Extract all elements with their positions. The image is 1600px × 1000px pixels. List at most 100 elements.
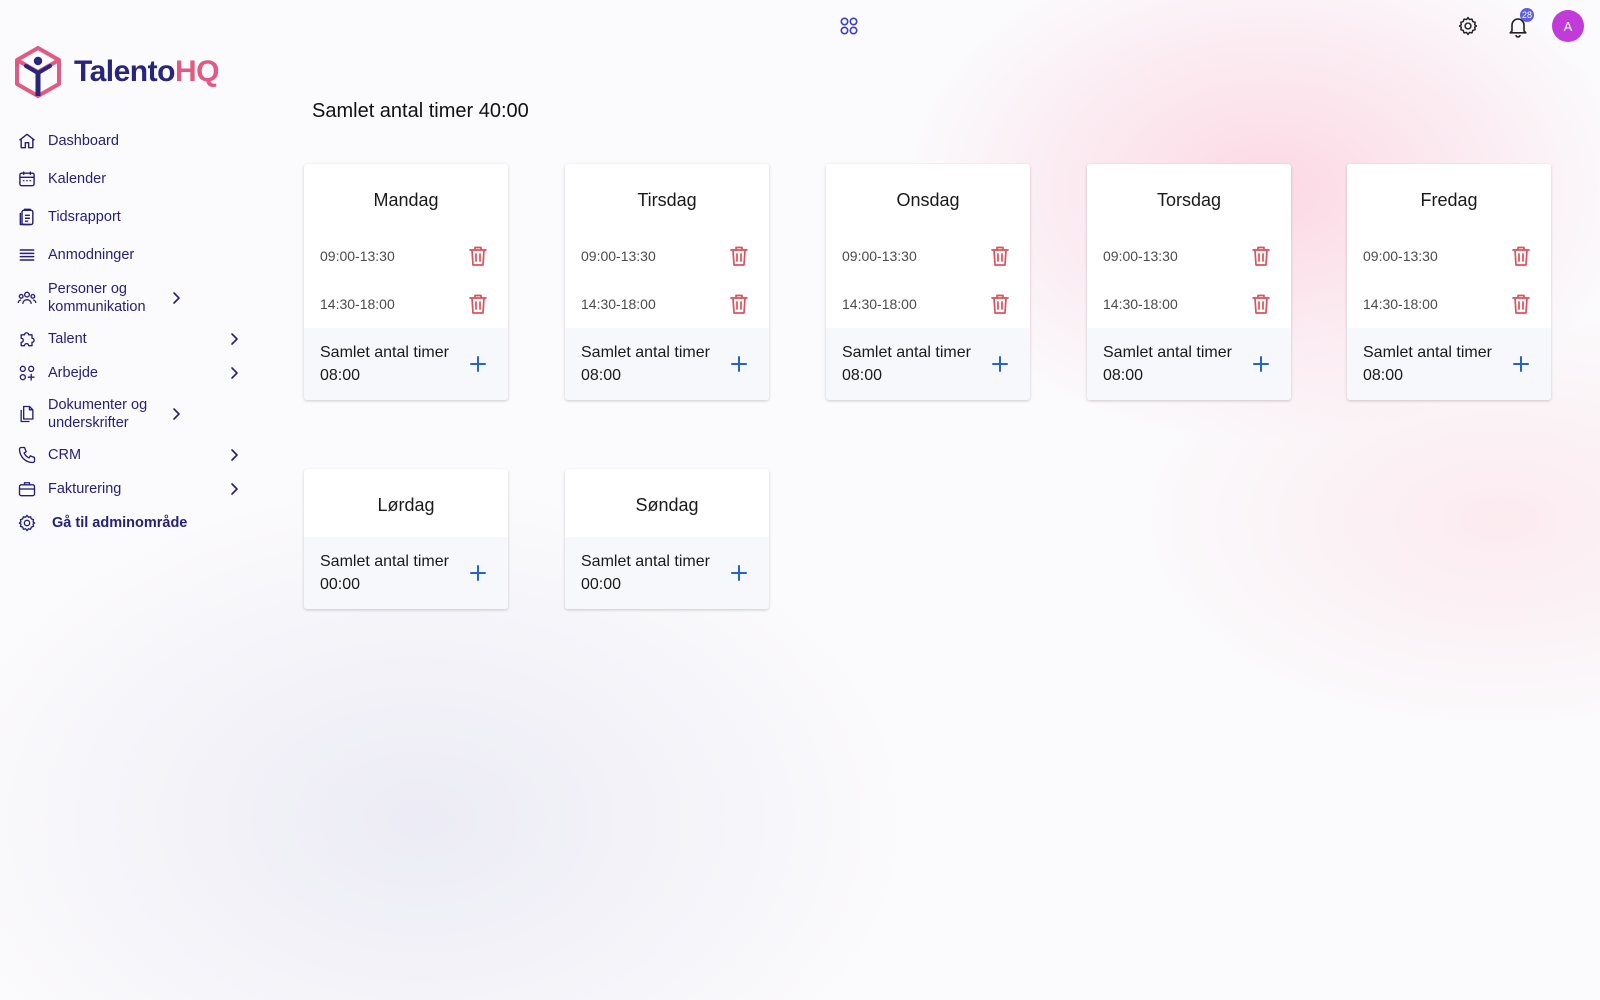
sidebar-item-label: Talent — [48, 331, 87, 347]
sidebar-item-dashboard[interactable]: Dashboard — [16, 126, 242, 156]
trash-icon — [469, 246, 487, 266]
sidebar-item-label: Gå til adminområde — [52, 515, 188, 531]
time-slot: 14:30-18:00 — [1087, 280, 1291, 328]
plus-icon — [1253, 356, 1269, 372]
delete-slot-button[interactable] — [1509, 244, 1533, 268]
delete-slot-button[interactable] — [1249, 244, 1273, 268]
day-total: Samlet antal timer 00:00 — [304, 537, 508, 609]
day-total-text: Samlet antal timer 00:00 — [581, 550, 710, 596]
delete-slot-button[interactable] — [466, 292, 490, 316]
trash-icon — [1252, 294, 1270, 314]
add-time-slot-button[interactable] — [466, 352, 490, 376]
avatar[interactable]: A — [1552, 10, 1584, 42]
sidebar-item-admin[interactable]: Gå til adminområde — [16, 508, 242, 538]
home-icon — [16, 130, 38, 152]
day-total-value: 08:00 — [1103, 367, 1144, 384]
day-total-value: 08:00 — [842, 367, 883, 384]
sidebar-item-label: Fakturering — [48, 481, 122, 497]
delete-slot-button[interactable] — [727, 292, 751, 316]
calendar-icon — [16, 168, 38, 190]
time-slot: 09:00-13:30 — [1347, 232, 1551, 280]
page-title: Samlet antal timer 40:00 — [312, 100, 529, 122]
day-title: Fredag — [1420, 190, 1478, 210]
day-total: Samlet antal timer 00:00 — [565, 537, 769, 609]
time-slot: 09:00-13:30 — [304, 232, 508, 280]
time-slot-list: 09:00-13:30 14:30-18:00 — [826, 232, 1030, 328]
clipboard-icon — [16, 206, 38, 228]
day-card-søndag: Søndag Samlet antal timer 00:00 — [565, 469, 769, 609]
add-time-slot-button[interactable] — [1509, 352, 1533, 376]
chevron-right-icon — [226, 481, 242, 497]
time-slot-range: 09:00-13:30 — [1363, 248, 1438, 264]
day-total-text: Samlet antal timer 08:00 — [1103, 341, 1232, 387]
delete-slot-button[interactable] — [988, 244, 1012, 268]
delete-slot-button[interactable] — [727, 244, 751, 268]
delete-slot-button[interactable] — [466, 244, 490, 268]
day-total-text: Samlet antal timer 08:00 — [320, 341, 449, 387]
app-logo[interactable]: TalentoHQ — [14, 46, 219, 98]
time-slot-range: 14:30-18:00 — [320, 296, 395, 312]
time-slot: 09:00-13:30 — [1087, 232, 1291, 280]
delete-slot-button[interactable] — [1249, 292, 1273, 316]
day-total-text: Samlet antal timer 00:00 — [320, 550, 449, 596]
sidebar-item-label: Personer og kommunikation — [48, 281, 146, 315]
sidebar-item-tidsrapport[interactable]: Tidsrapport — [16, 202, 242, 232]
day-total-text: Samlet antal timer 08:00 — [842, 341, 971, 387]
apps-icon — [16, 362, 38, 384]
sidebar-item-label: Tidsrapport — [48, 209, 121, 225]
trash-icon — [730, 246, 748, 266]
apps-grid-icon[interactable] — [840, 17, 858, 35]
time-slot-range: 14:30-18:00 — [1103, 296, 1178, 312]
day-total: Samlet antal timer 08:00 — [565, 328, 769, 400]
sidebar-item-personer-og-kommunikation[interactable]: Personer og kommunikation — [16, 278, 242, 318]
day-total-value: 08:00 — [320, 367, 361, 384]
add-time-slot-button[interactable] — [988, 352, 1012, 376]
add-time-slot-button[interactable] — [466, 561, 490, 585]
sidebar-item-fakturering[interactable]: Fakturering — [16, 474, 242, 504]
time-slot: 14:30-18:00 — [1347, 280, 1551, 328]
puzzle-icon — [16, 328, 38, 350]
day-total-label: Samlet antal timer — [842, 344, 971, 361]
day-total-text: Samlet antal timer 08:00 — [1363, 341, 1492, 387]
day-title: Tirsdag — [637, 190, 697, 210]
day-card-onsdag: Onsdag 09:00-13:30 14:30-18:00 Samlet an… — [826, 164, 1030, 400]
time-slot-range: 09:00-13:30 — [1103, 248, 1178, 264]
sidebar-item-talent[interactable]: Talent — [16, 324, 242, 354]
settings-button[interactable] — [1452, 10, 1484, 42]
sidebar-item-label: Dokumenter og underskrifter — [48, 397, 148, 431]
delete-slot-button[interactable] — [1509, 292, 1533, 316]
sidebar-item-label: Kalender — [48, 171, 107, 187]
sidebar-item-crm[interactable]: CRM — [16, 440, 242, 470]
day-card-fredag: Fredag 09:00-13:30 14:30-18:00 Samlet an… — [1347, 164, 1551, 400]
day-total: Samlet antal timer 08:00 — [1347, 328, 1551, 400]
chevron-right-icon — [226, 447, 242, 463]
day-total-label: Samlet antal timer — [320, 344, 449, 361]
time-slot-range: 14:30-18:00 — [842, 296, 917, 312]
day-total-value: 08:00 — [1363, 367, 1404, 384]
sidebar-nav: Dashboard Kalender Tidsrapport Anmodning… — [16, 126, 242, 538]
add-time-slot-button[interactable] — [727, 561, 751, 585]
sidebar-item-dokumenter-og-underskrifter[interactable]: Dokumenter og underskrifter — [16, 394, 242, 434]
plus-icon — [992, 356, 1008, 372]
add-time-slot-button[interactable] — [1249, 352, 1273, 376]
day-total-value: 00:00 — [581, 576, 622, 593]
add-time-slot-button[interactable] — [727, 352, 751, 376]
delete-slot-button[interactable] — [988, 292, 1012, 316]
gear-icon — [1458, 16, 1478, 36]
day-total-label: Samlet antal timer — [581, 553, 710, 570]
time-slot-range: 09:00-13:30 — [581, 248, 656, 264]
time-slot-range: 09:00-13:30 — [842, 248, 917, 264]
people-icon — [16, 287, 38, 309]
sidebar-item-arbejde[interactable]: Arbejde — [16, 358, 242, 388]
day-title: Lørdag — [377, 495, 435, 515]
sidebar-item-anmodninger[interactable]: Anmodninger — [16, 240, 242, 270]
logo-text: TalentoHQ — [74, 55, 219, 88]
notifications-button[interactable]: 28 — [1502, 8, 1534, 42]
chevron-right-icon — [168, 290, 184, 306]
sidebar-item-kalender[interactable]: Kalender — [16, 164, 242, 194]
day-total: Samlet antal timer 08:00 — [304, 328, 508, 400]
day-card-torsdag: Torsdag 09:00-13:30 14:30-18:00 Samlet a… — [1087, 164, 1291, 400]
time-slot-range: 09:00-13:30 — [320, 248, 395, 264]
trash-icon — [730, 294, 748, 314]
day-total-label: Samlet antal timer — [581, 344, 710, 361]
